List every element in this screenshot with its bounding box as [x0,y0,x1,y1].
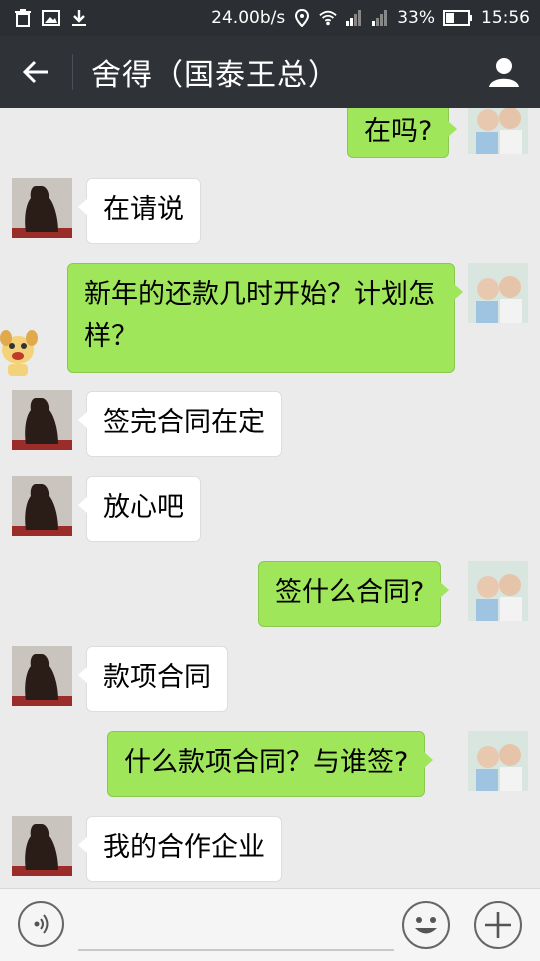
chat-area[interactable]: 在吗? 在请说 新年的还款几时开始？计划怎样？ 签完合同在定 放心吧 签什么合同… [0,108,540,888]
my-avatar[interactable] [468,561,528,621]
battery-percent: 33% [397,8,435,28]
voice-button[interactable] [18,901,64,947]
my-avatar[interactable] [468,731,528,791]
download-icon [72,10,86,26]
signal-icon [346,10,362,26]
emoji-button[interactable] [402,901,450,949]
message-input[interactable] [78,899,394,951]
status-bar: 24.00b/s 33% 15:56 [0,0,540,36]
my-avatar[interactable] [468,263,528,323]
back-arrow-icon [22,60,48,84]
contact-avatar[interactable] [12,178,72,238]
contact-avatar[interactable] [12,816,72,876]
contact-avatar[interactable] [12,476,72,536]
trash-icon [15,9,31,27]
message-bubble-incoming[interactable]: 在请说 [78,178,201,244]
image-icon [42,10,60,26]
message-bubble-incoming[interactable]: 我的合作企业 [78,816,282,882]
input-bar [0,888,540,961]
my-avatar[interactable] [468,108,528,154]
battery-icon [443,10,472,26]
voice-icon [34,914,49,934]
message-bubble-incoming[interactable]: 放心吧 [78,476,201,542]
back-button[interactable] [0,36,72,108]
floating-dog-sticker-icon[interactable] [0,328,40,378]
contact-avatar[interactable] [12,390,72,450]
message-bubble-incoming[interactable]: 签完合同在定 [78,391,282,457]
chat-title: 舍得（国泰王总） [91,58,339,93]
message-bubble-outgoing[interactable]: 新年的还款几时开始？计划怎样？ [67,263,463,373]
network-speed: 24.00b/s [211,8,286,28]
message-bubble-outgoing[interactable]: 签什么合同? [258,561,450,627]
header-divider [72,54,73,90]
wifi-icon [319,10,337,26]
chat-header: 舍得（国泰王总） [0,36,540,108]
contact-avatar[interactable] [12,646,72,706]
signal-icon [372,10,388,26]
message-bubble-outgoing[interactable]: 在吗? [347,108,458,158]
smiley-icon [415,917,437,934]
clock: 15:56 [481,8,530,28]
message-bubble-incoming[interactable]: 款项合同 [78,646,228,712]
profile-button[interactable] [468,36,540,108]
plus-icon [485,912,511,938]
message-bubble-outgoing[interactable]: 什么款项合同？与谁签? [107,731,434,797]
location-icon [295,9,310,27]
person-icon [489,58,519,87]
more-button[interactable] [474,901,522,949]
